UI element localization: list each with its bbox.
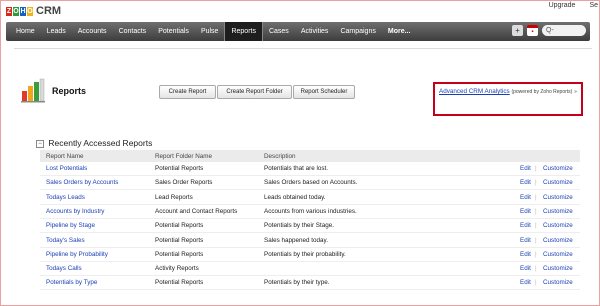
analytics-arrow-icon: » [574,89,577,95]
report-description: Leads obtained today. [264,194,326,201]
report-name-link[interactable]: Sales Orders by Accounts [46,179,118,186]
upgrade-link[interactable]: Upgrade [549,2,576,9]
section-title: Recently Accessed Reports [48,138,153,148]
tab-contacts[interactable]: Contacts [113,22,153,41]
zoho-crm-logo[interactable]: ZOHO CRM [6,4,61,18]
settings-link[interactable]: Se [589,2,598,9]
report-name-link[interactable]: Accounts by Industry [46,208,104,215]
link-separator: | [535,165,537,172]
analytics-promo: Advanced CRM Analytics (powered by Zoho … [439,88,577,95]
tab-campaigns[interactable]: Campaigns [334,22,381,41]
link-separator: | [535,222,537,229]
reports-chart-icon [21,78,45,103]
customize-link[interactable]: Customize [543,251,573,258]
tab-accounts[interactable]: Accounts [72,22,113,41]
advanced-crm-analytics-link[interactable]: Advanced CRM Analytics [439,88,510,95]
logo-tile: O [13,6,19,16]
edit-link[interactable]: Edit [520,165,531,172]
customize-link[interactable]: Customize [543,179,573,186]
report-description: Potentials by their probability. [264,251,346,258]
tab-potentials[interactable]: Potentials [152,22,195,41]
report-description: Potentials that are lost. [264,165,329,172]
report-name-link[interactable]: Lost Potentials [46,165,87,172]
column-header-folder-name: Report Folder Name [155,153,213,160]
collapse-toggle-icon[interactable]: − [36,140,44,148]
zoho-logo-tiles: ZOHO [6,6,33,16]
report-folder-name: Potential Reports [155,237,204,244]
logo-tile: O [27,6,33,16]
tab-activities[interactable]: Activities [295,22,335,41]
report-description: Accounts from various industries. [264,208,357,215]
customize-link[interactable]: Customize [543,237,573,244]
customize-link[interactable]: Customize [543,279,573,286]
link-separator: | [535,265,537,272]
edit-link[interactable]: Edit [520,237,531,244]
report-name-link[interactable]: Todays Calls [46,265,82,272]
report-scheduler-button[interactable]: Report Scheduler [293,85,355,99]
recent-reports-header: − Recently Accessed Reports [36,138,152,148]
report-name-link[interactable]: Potentials by Type [46,279,97,286]
column-header-report-name: Report Name [46,153,84,160]
customize-link[interactable]: Customize [543,222,573,229]
report-folder-name: Activity Reports [155,265,199,272]
tab-home[interactable]: Home [10,22,41,41]
report-folder-name: Lead Reports [155,194,193,201]
link-separator: | [535,251,537,258]
edit-link[interactable]: Edit [520,194,531,201]
report-folder-name: Potential Reports [155,251,204,258]
report-folder-name: Sales Order Reports [155,179,213,186]
link-separator: | [535,237,537,244]
create-report-button[interactable]: Create Report [159,85,216,99]
column-header-description: Description [264,153,296,160]
calendar-icon[interactable]: ▪ [527,25,538,36]
logo-tile: Z [6,6,12,16]
add-new-icon[interactable]: + [512,25,523,36]
edit-link[interactable]: Edit [520,265,531,272]
logo-tile: H [20,6,26,16]
report-folder-name: Account and Contact Reports [155,208,238,215]
analytics-powered-by: (powered by Zoho Reports) [511,89,573,95]
tab-cases[interactable]: Cases [263,22,295,41]
report-folder-name: Potential Reports [155,222,204,229]
tab-more[interactable]: More... [382,22,417,41]
report-description: Potentials by their type. [264,279,330,286]
customize-link[interactable]: Customize [543,208,573,215]
link-separator: | [535,208,537,215]
report-name-link[interactable]: Today's Sales [46,237,85,244]
table-row [40,261,580,276]
product-name: CRM [36,5,62,17]
tab-leads[interactable]: Leads [41,22,72,41]
customize-link[interactable]: Customize [543,194,573,201]
create-report-folder-button[interactable]: Create Report Folder [217,85,292,99]
report-description: Sales Orders based on Accounts. [264,179,358,186]
report-description: Sales happened today. [264,237,328,244]
edit-link[interactable]: Edit [520,222,531,229]
report-folder-name: Potential Reports [155,165,204,172]
link-separator: | [535,194,537,201]
customize-link[interactable]: Customize [543,265,573,272]
search-box[interactable]: Q- [542,25,586,36]
tab-reports[interactable]: Reports [224,22,263,41]
edit-link[interactable]: Edit [520,279,531,286]
report-description: Potentials by their Stage. [264,222,335,229]
top-links: Upgrade Se [549,2,598,9]
report-folder-name: Potential Reports [155,279,204,286]
edit-link[interactable]: Edit [520,208,531,215]
report-name-link[interactable]: Pipeline by Stage [46,222,95,229]
link-separator: | [535,179,537,186]
report-name-link[interactable]: Todays Leads [46,194,85,201]
link-separator: | [535,279,537,286]
tab-pulse[interactable]: Pulse [195,22,225,41]
edit-link[interactable]: Edit [520,251,531,258]
main-nav-bar: Home Leads Accounts Contacts Potentials … [6,22,590,41]
page-title: Reports [52,86,87,96]
nav-tools: + ▪ Q- [512,25,586,36]
report-name-link[interactable]: Pipeline by Probability [46,251,108,258]
customize-link[interactable]: Customize [543,165,573,172]
edit-link[interactable]: Edit [520,179,531,186]
